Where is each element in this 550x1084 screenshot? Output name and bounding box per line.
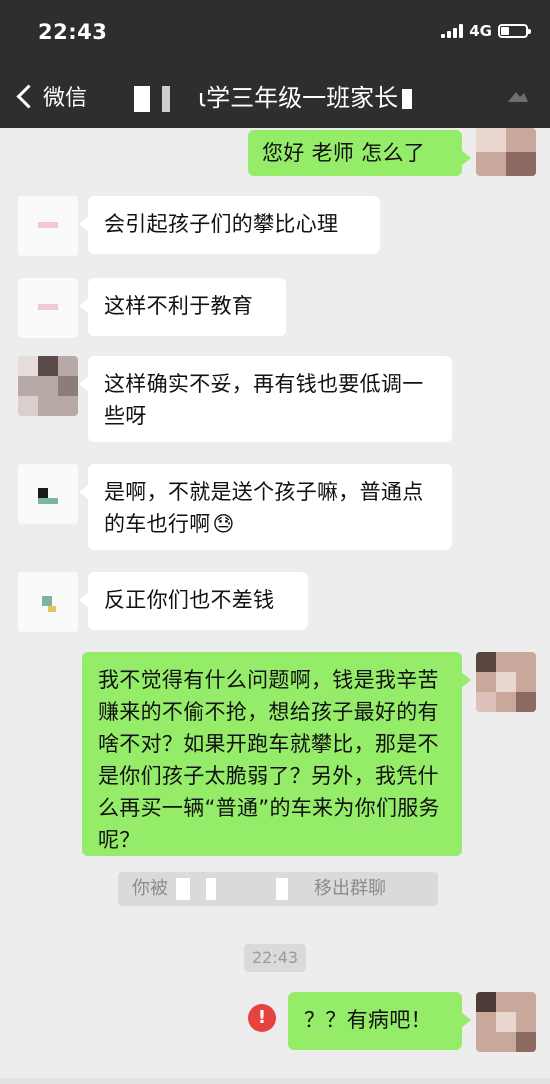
message-bubble[interactable]: 反正你们也不差钱 bbox=[79, 572, 308, 630]
system-notice-suffix: 移出群聊 bbox=[314, 878, 386, 899]
network-type: 4G bbox=[469, 22, 492, 40]
avatar-parent[interactable] bbox=[18, 572, 78, 632]
input-bar-edge bbox=[0, 1078, 550, 1084]
status-icons: 4G bbox=[441, 22, 531, 40]
chat-title-text: ι学三年级一班家长 bbox=[198, 84, 399, 112]
message-text: 是啊，不就是送个孩子嘛，普通点的车也行啊 bbox=[104, 480, 424, 536]
title-mosaic bbox=[134, 86, 192, 112]
message-text: 我不觉得有什么问题啊，钱是我辛苦赚来的不偷不抢，想给孩子最好的有啥不对？如果开跑… bbox=[98, 668, 440, 852]
avatar-parent[interactable] bbox=[18, 196, 78, 256]
message-bubble[interactable]: 是啊，不就是送个孩子嘛，普通点的车也行啊😓 bbox=[79, 464, 452, 550]
chat-info-icon[interactable] bbox=[506, 88, 530, 104]
message-text: 会引起孩子们的攀比心理 bbox=[104, 212, 339, 236]
avatar-parent[interactable] bbox=[18, 356, 78, 416]
message-bubble[interactable]: 会引起孩子们的攀比心理 bbox=[79, 196, 380, 254]
signal-icon bbox=[441, 24, 464, 38]
avatar-parent[interactable] bbox=[18, 464, 78, 524]
message-text: ？？有病吧！ bbox=[304, 1008, 432, 1032]
system-notice-prefix: 你被 bbox=[132, 878, 168, 899]
exclamation-icon[interactable]: ! bbox=[248, 1004, 276, 1032]
avatar-self[interactable] bbox=[476, 128, 536, 176]
chat-title: ι学三年级一班家长 bbox=[134, 78, 474, 113]
avatar-self[interactable] bbox=[476, 992, 536, 1052]
avatar-self[interactable] bbox=[476, 652, 536, 712]
top-bar: 22:43 4G 微信 ι学三年级一班家长 bbox=[0, 0, 550, 128]
chevron-left-icon bbox=[16, 83, 41, 109]
message-bubble[interactable]: ？？有病吧！ bbox=[288, 992, 471, 1050]
message-bubble[interactable]: 这样不利于教育 bbox=[79, 278, 286, 336]
message-timestamp: 22:43 bbox=[244, 944, 306, 972]
chat-area[interactable]: 您好 老师 怎么了 会引起孩子们的攀比心理 这样不利于教育 这样确实不妥，再有钱… bbox=[0, 128, 550, 1084]
emoji-icon: 😓 bbox=[212, 512, 235, 536]
status-time: 22:43 bbox=[38, 20, 108, 44]
message-bubble[interactable]: 我不觉得有什么问题啊，钱是我辛苦赚来的不偷不抢，想给孩子最好的有啥不对？如果开跑… bbox=[82, 652, 471, 856]
back-label: 微信 bbox=[43, 86, 88, 111]
system-notice: 你被 移出群聊 bbox=[118, 872, 438, 906]
message-text: 这样确实不妥，再有钱也要低调一些呀 bbox=[104, 372, 424, 428]
avatar-parent[interactable] bbox=[18, 278, 78, 338]
message-bubble[interactable]: 这样确实不妥，再有钱也要低调一些呀 bbox=[79, 356, 452, 442]
notice-mosaic bbox=[176, 878, 306, 900]
battery-icon bbox=[498, 24, 531, 38]
battery-fill bbox=[501, 27, 509, 35]
message-text: 这样不利于教育 bbox=[104, 294, 254, 318]
back-button[interactable]: 微信 bbox=[12, 80, 87, 112]
message-text: 您好 老师 怎么了 bbox=[262, 141, 426, 165]
message-text: 反正你们也不差钱 bbox=[104, 588, 275, 612]
title-mosaic-end bbox=[402, 89, 413, 109]
message-bubble[interactable]: 您好 老师 怎么了 bbox=[248, 130, 471, 176]
